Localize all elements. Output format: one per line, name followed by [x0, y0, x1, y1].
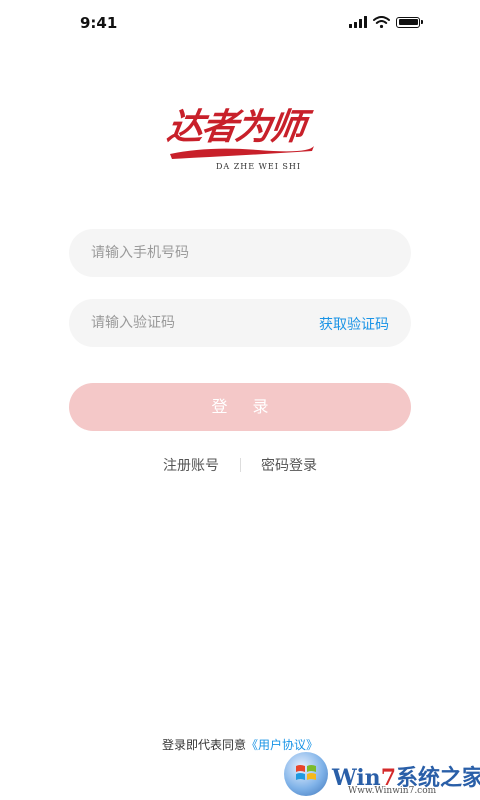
battery-icon — [396, 16, 423, 28]
watermark-url: Www.Winwin7.com — [348, 786, 437, 796]
links-divider — [239, 458, 241, 472]
status-bar: 9:41 — [0, 0, 480, 44]
agreement-prefix: 登录即代表同意 — [161, 738, 246, 752]
signal-icon — [349, 16, 367, 28]
logo-subtitle: DA ZHE WEI SHI — [216, 162, 302, 171]
code-field: 获取验证码 — [69, 299, 411, 347]
phone-input[interactable] — [91, 229, 311, 277]
app-logo: 达者为师 DA ZHE WEI SHI — [165, 98, 316, 180]
status-icons — [349, 16, 423, 28]
watermark: Win7系统之家 Www.Winwin7.com — [282, 748, 480, 800]
wifi-icon — [373, 16, 390, 28]
login-button[interactable]: 登 录 — [69, 383, 411, 431]
verification-code-input[interactable] — [91, 299, 311, 347]
register-link[interactable]: 注册账号 — [163, 455, 219, 475]
password-login-link[interactable]: 密码登录 — [261, 455, 317, 475]
status-time: 9:41 — [80, 14, 118, 32]
phone-field — [69, 229, 411, 277]
logo-brush-stroke — [170, 146, 314, 159]
windows-flag-icon — [296, 765, 316, 780]
get-code-button[interactable]: 获取验证码 — [319, 314, 389, 334]
auth-links: 注册账号 密码登录 — [0, 455, 480, 475]
